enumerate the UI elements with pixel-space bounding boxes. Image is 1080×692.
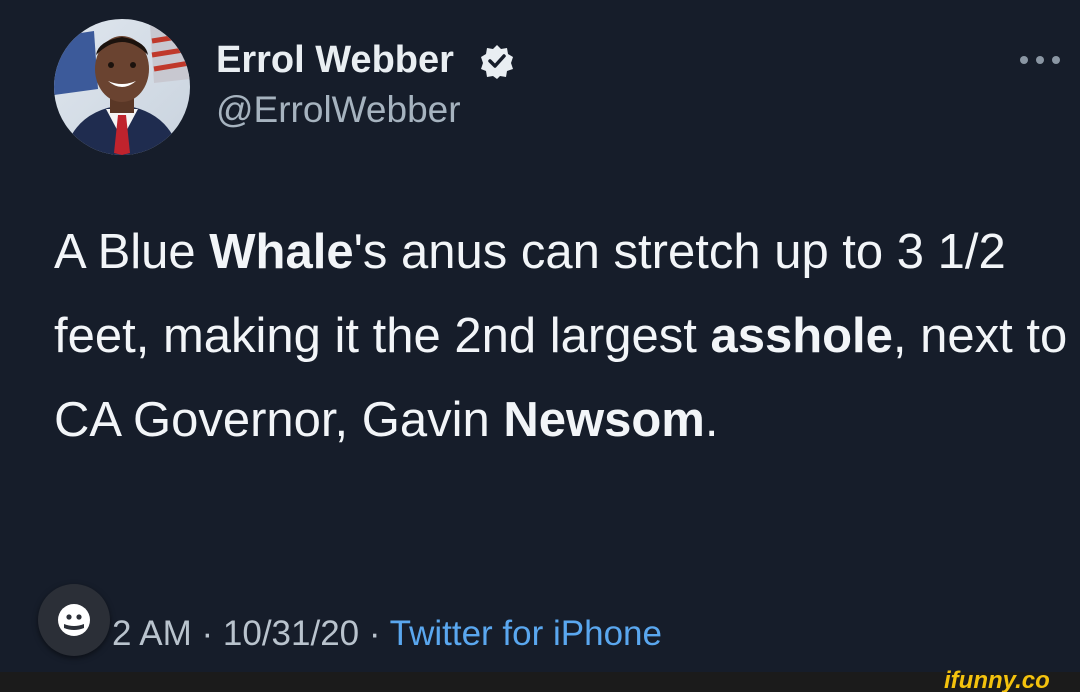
tweet-text-bold: Newsom xyxy=(503,393,705,447)
author-handle[interactable]: @ErrolWebber xyxy=(216,88,461,132)
meta-separator: · xyxy=(201,614,214,653)
tweet-date[interactable]: 10/31/20 xyxy=(223,614,359,653)
tweet-text-bold: Whale xyxy=(209,225,354,279)
tweet-text-part: A Blue xyxy=(54,225,210,279)
avatar-image xyxy=(54,19,190,155)
meta-separator: · xyxy=(368,614,381,653)
tweet-card: Errol Webber @ErrolWebber A Blue Whale's… xyxy=(0,0,1080,672)
user-icon xyxy=(58,604,90,636)
tweet-time[interactable]: 2 AM xyxy=(112,614,192,653)
overlay-user-button[interactable] xyxy=(38,584,110,656)
author-display-name[interactable]: Errol Webber xyxy=(216,38,454,82)
verified-badge-icon xyxy=(481,45,513,79)
tweet-source-link[interactable]: Twitter for iPhone xyxy=(390,614,662,653)
tweet-text-part: . xyxy=(704,393,719,447)
tweet-meta: 2 AM · 10/31/20 · Twitter for iPhone xyxy=(112,612,662,656)
more-options-icon[interactable] xyxy=(1016,52,1064,68)
ifunny-watermark: ifunny.co xyxy=(944,667,1050,692)
watermark-text: ifunny.co xyxy=(944,667,1050,692)
tweet-text: A Blue Whale's anus can stretch up to 3 … xyxy=(54,210,1074,462)
tweet-text-bold: asshole xyxy=(710,309,893,363)
author-avatar[interactable] xyxy=(54,19,190,155)
footer-bar xyxy=(0,672,1080,692)
